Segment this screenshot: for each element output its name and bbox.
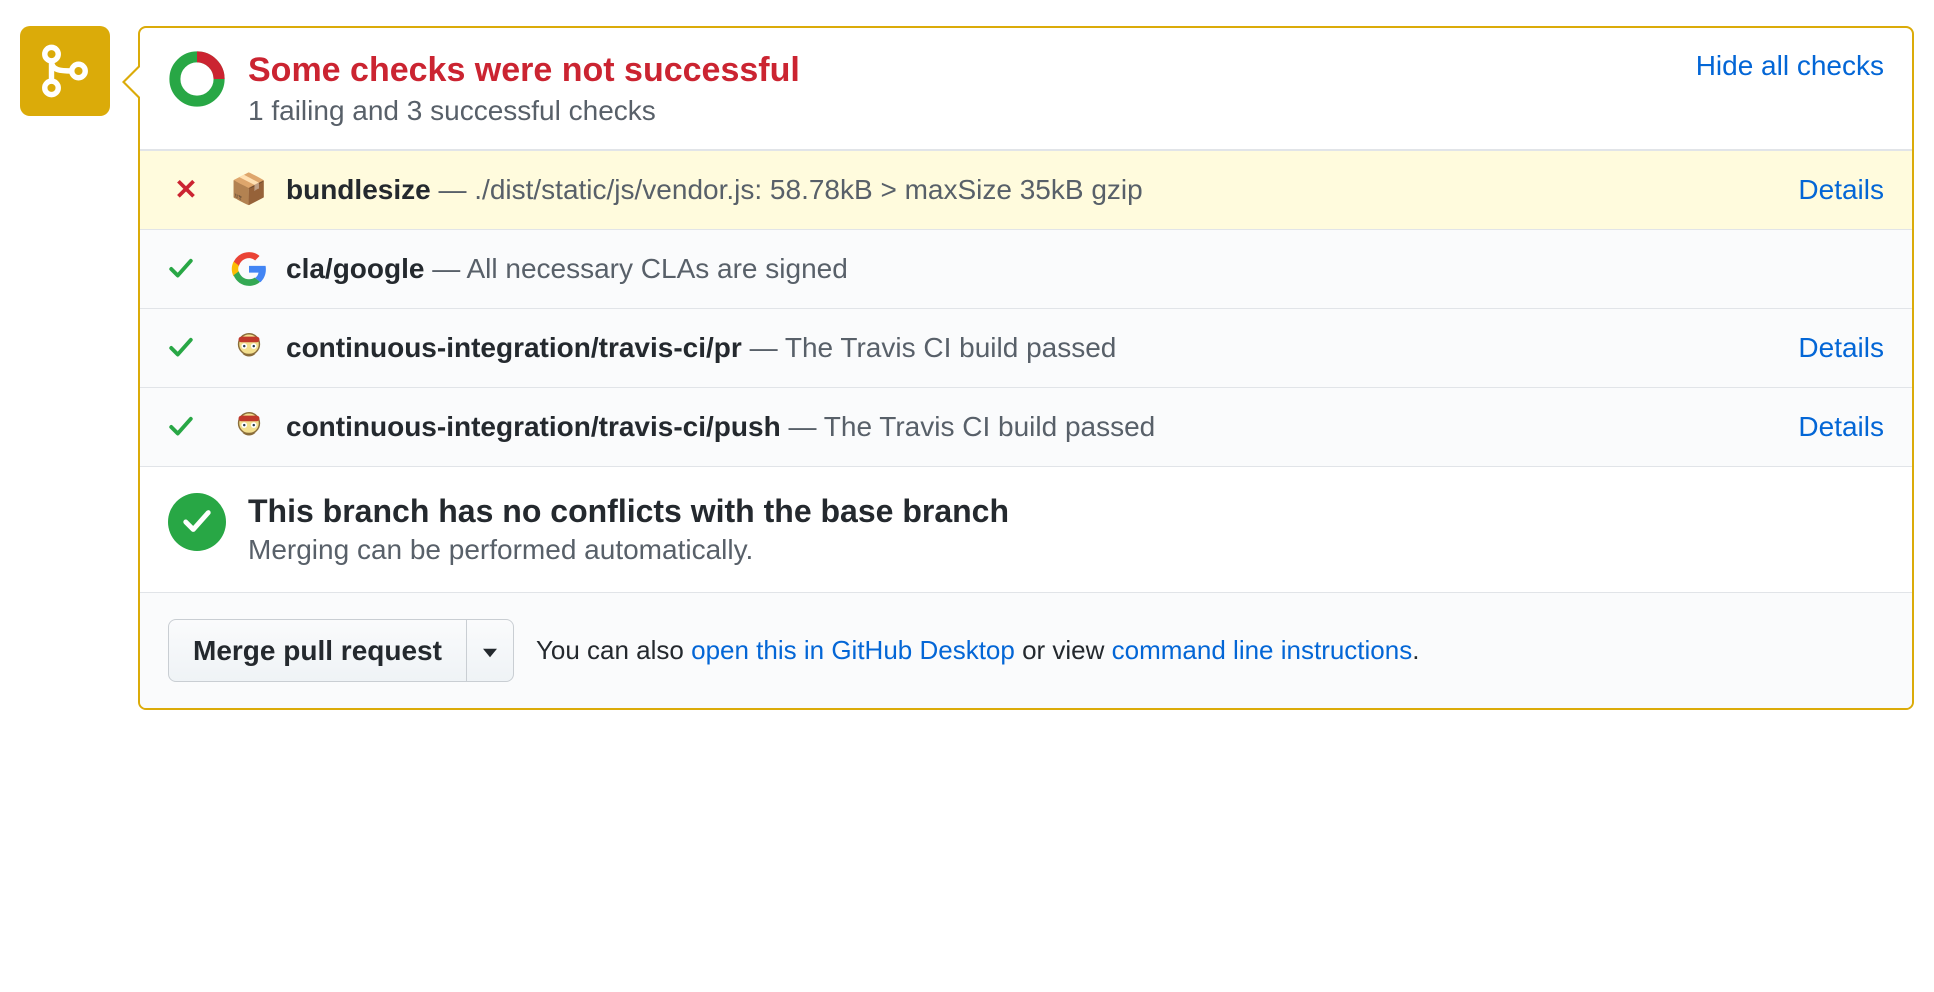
check-row: continuous-integration/travis-ci/push — … xyxy=(140,387,1912,466)
check-message: The Travis CI build passed xyxy=(824,411,1156,442)
package-icon: 📦 xyxy=(230,171,268,209)
open-in-desktop-link[interactable]: open this in GitHub Desktop xyxy=(691,635,1015,665)
merge-status: This branch has no conflicts with the ba… xyxy=(140,466,1912,592)
check-name: cla/google xyxy=(286,253,424,284)
merge-panel: Some checks were not successful 1 failin… xyxy=(138,26,1914,710)
check-text: continuous-integration/travis-ci/pr — Th… xyxy=(286,332,1778,364)
git-merge-icon xyxy=(38,44,92,98)
merge-ok-badge xyxy=(168,493,226,551)
x-icon: ✕ xyxy=(168,173,204,206)
checks-status-subtitle: 1 failing and 3 successful checks xyxy=(248,95,1676,127)
merge-status-subtitle: Merging can be performed automatically. xyxy=(248,534,1009,566)
check-message: All necessary CLAs are signed xyxy=(466,253,847,284)
check-name: continuous-integration/travis-ci/pr xyxy=(286,332,742,363)
toggle-checks-link[interactable]: Hide all checks xyxy=(1696,50,1884,82)
merge-actions: Merge pull request You can also open thi… xyxy=(140,592,1912,709)
merge-hint-text: You can also open this in GitHub Desktop… xyxy=(536,635,1420,666)
checks-status-title: Some checks were not successful xyxy=(248,50,1676,91)
caret-down-icon xyxy=(483,646,497,660)
check-row: cla/google — All necessary CLAs are sign… xyxy=(140,229,1912,308)
status-donut-icon xyxy=(168,50,226,108)
travis-icon xyxy=(230,329,268,367)
check-text: bundlesize — ./dist/static/js/vendor.js:… xyxy=(286,174,1778,206)
command-line-instructions-link[interactable]: command line instructions xyxy=(1112,635,1413,665)
check-message: The Travis CI build passed xyxy=(785,332,1117,363)
check-icon xyxy=(168,256,204,282)
travis-icon xyxy=(230,408,268,446)
merge-pull-request-button[interactable]: Merge pull request xyxy=(168,619,467,683)
check-text: continuous-integration/travis-ci/push — … xyxy=(286,411,1778,443)
google-icon xyxy=(230,250,268,288)
checks-list: ✕ 📦 bundlesize — ./dist/static/js/vendor… xyxy=(140,149,1912,466)
merge-status-title: This branch has no conflicts with the ba… xyxy=(248,493,1009,530)
check-icon xyxy=(168,414,204,440)
check-icon xyxy=(168,335,204,361)
timeline-merge-badge xyxy=(20,26,110,116)
check-details-link[interactable]: Details xyxy=(1798,332,1884,364)
merge-button-group: Merge pull request xyxy=(168,619,514,683)
merge-options-dropdown[interactable] xyxy=(467,619,514,683)
check-name: continuous-integration/travis-ci/push xyxy=(286,411,781,442)
checks-summary: Some checks were not successful 1 failin… xyxy=(140,28,1912,149)
check-details-link[interactable]: Details xyxy=(1798,174,1884,206)
check-details-link[interactable]: Details xyxy=(1798,411,1884,443)
check-row: continuous-integration/travis-ci/pr — Th… xyxy=(140,308,1912,387)
check-name: bundlesize xyxy=(286,174,431,205)
check-text: cla/google — All necessary CLAs are sign… xyxy=(286,253,1884,285)
panel-pointer xyxy=(122,64,140,100)
check-icon xyxy=(182,507,212,537)
check-row: ✕ 📦 bundlesize — ./dist/static/js/vendor… xyxy=(140,150,1912,229)
check-message: ./dist/static/js/vendor.js: 58.78kB > ma… xyxy=(474,174,1142,205)
